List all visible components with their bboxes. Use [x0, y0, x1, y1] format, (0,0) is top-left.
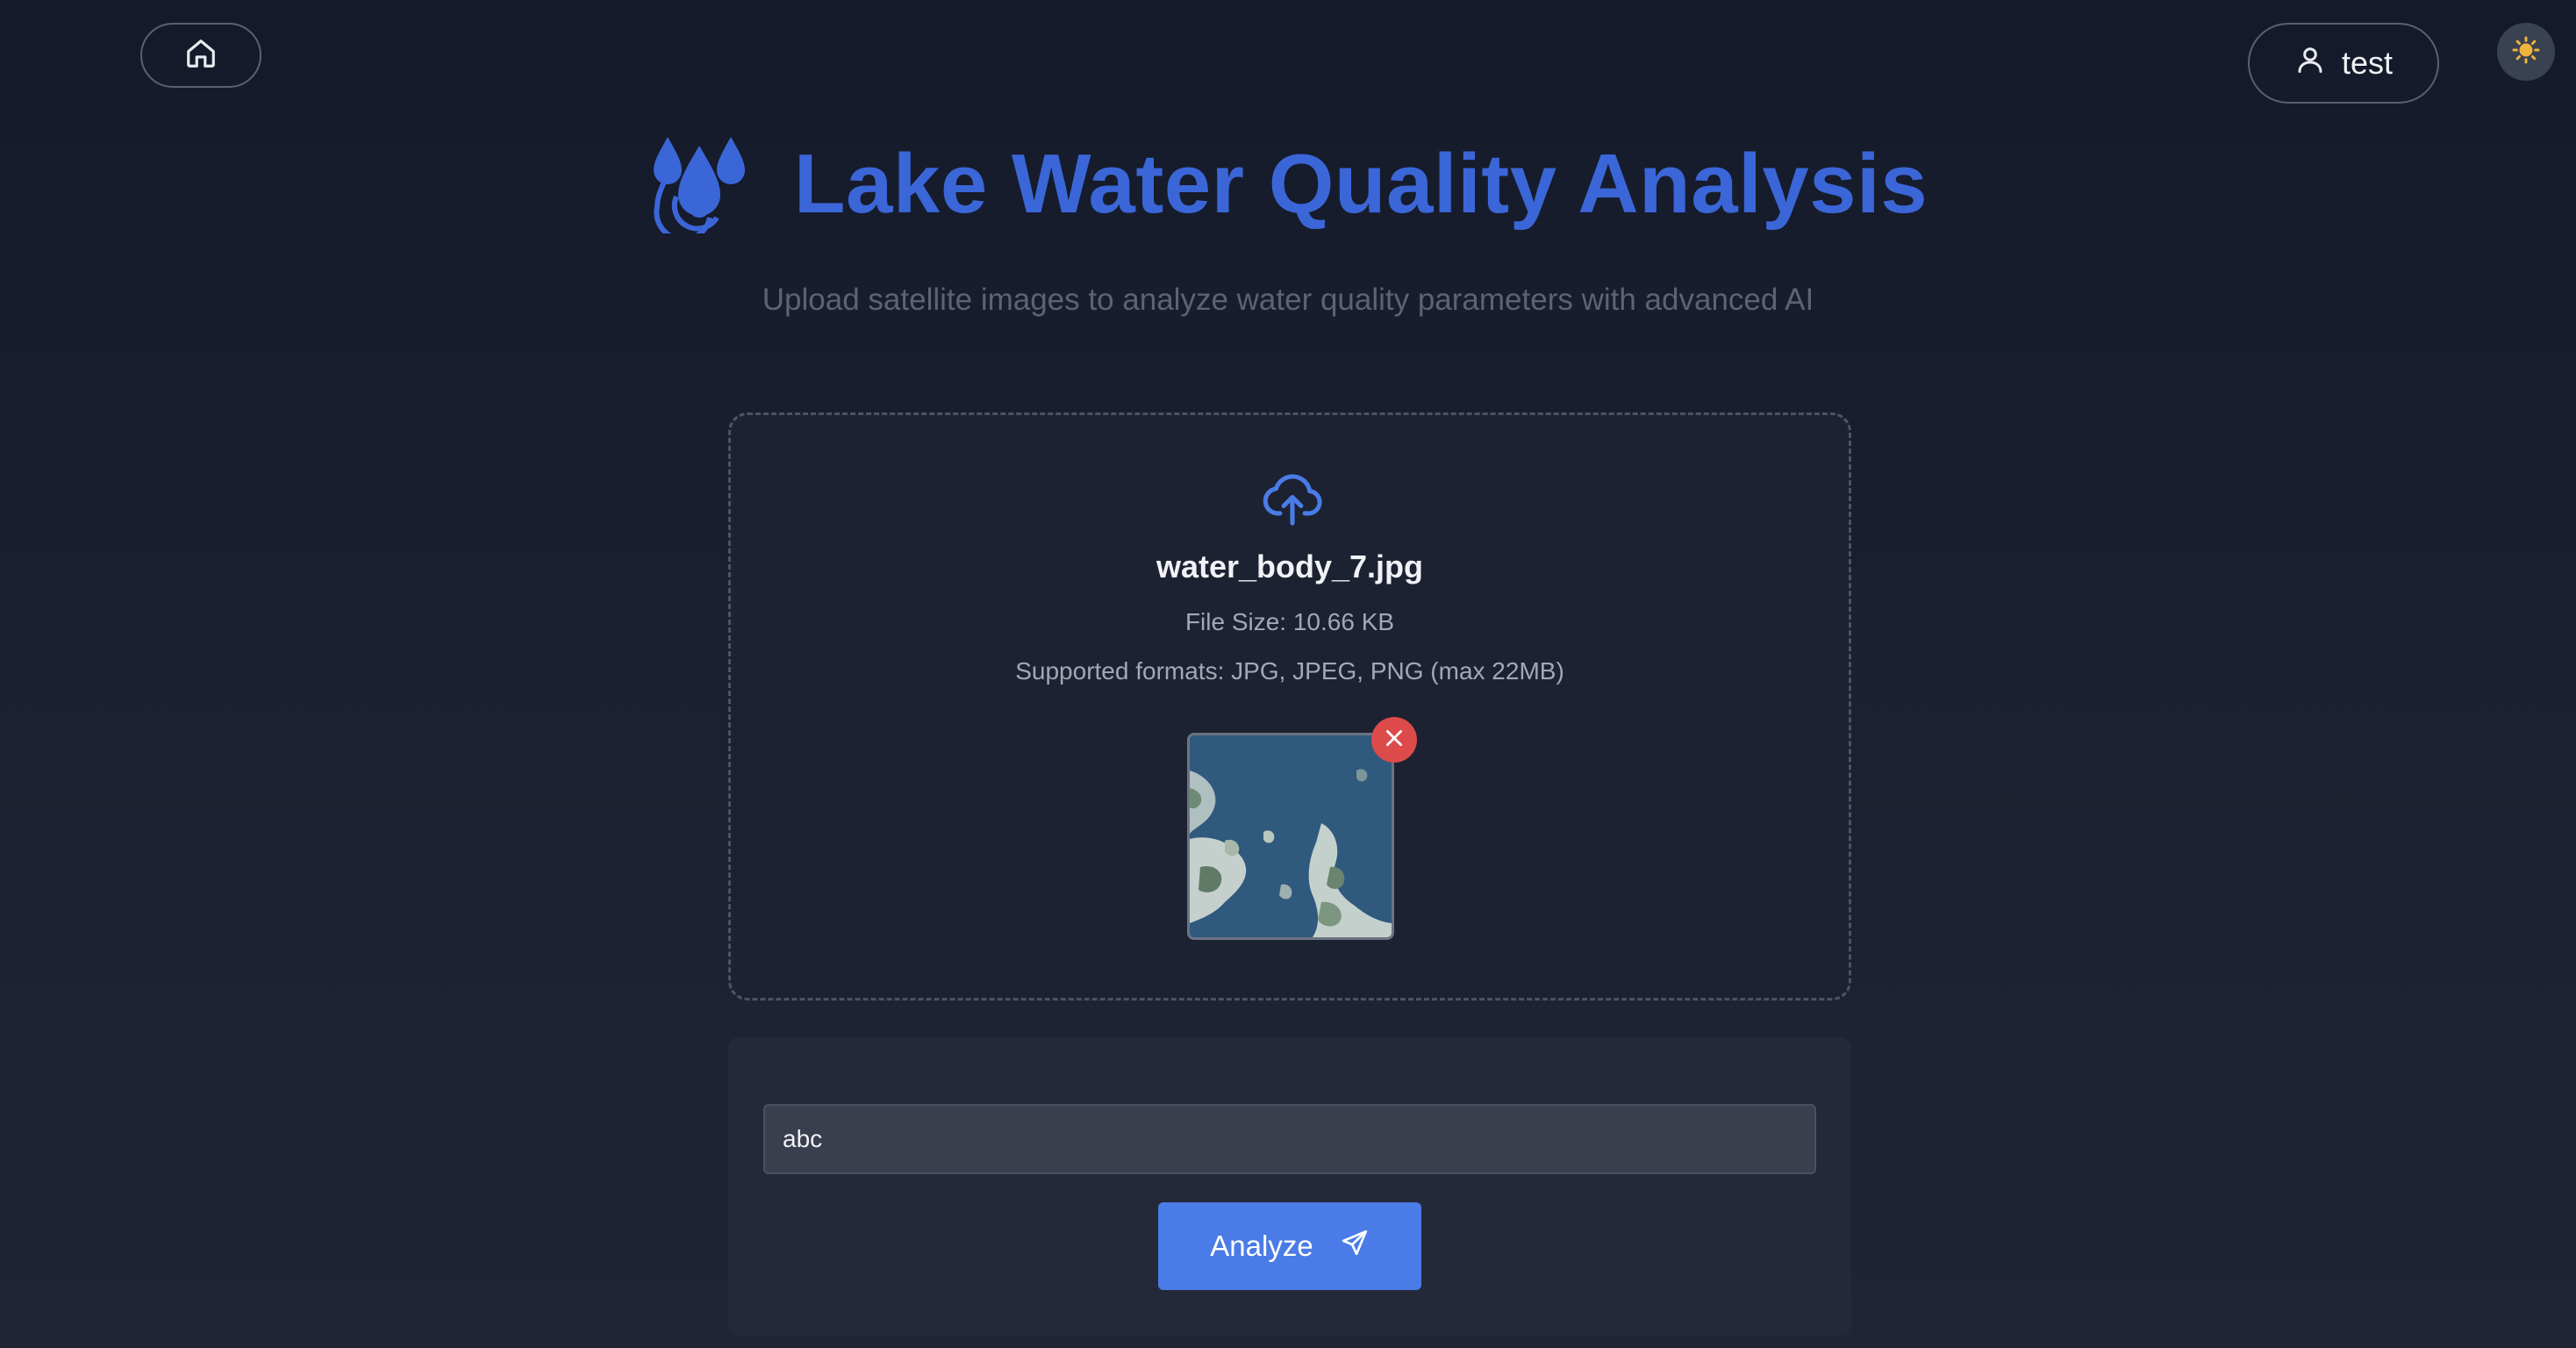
analyze-button[interactable]: Analyze [1158, 1202, 1421, 1290]
file-size: File Size: 10.66 KB [1184, 608, 1395, 635]
user-menu-button[interactable]: test [2248, 23, 2439, 104]
hero-title-row: Lake Water Quality Analysis [0, 130, 2576, 242]
page-title: Lake Water Quality Analysis [793, 137, 1928, 231]
sun-icon [2512, 36, 2540, 68]
prompt-input[interactable] [763, 1104, 1816, 1174]
remove-image-button[interactable] [1371, 717, 1417, 763]
send-icon [1340, 1228, 1370, 1265]
upload-dropzone[interactable]: water_body_7.jpg File Size: 10.66 KB Sup… [728, 412, 1851, 1000]
analyze-button-label: Analyze [1210, 1230, 1313, 1262]
close-icon [1383, 727, 1406, 754]
image-preview [1187, 717, 1417, 943]
user-icon [2294, 44, 2326, 83]
home-icon [184, 37, 218, 75]
supported-formats: Supported formats: JPG, JPEG, PNG (max 2… [1015, 657, 1564, 685]
page-subtitle: Upload satellite images to analyze water… [762, 283, 1814, 317]
home-button[interactable] [140, 23, 261, 88]
cloud-upload-icon [1263, 471, 1322, 526]
satellite-thumbnail [1187, 733, 1394, 940]
water-drops-icon [648, 132, 750, 242]
user-name: test [2341, 45, 2394, 81]
prompt-card: Analyze [728, 1037, 1851, 1336]
theme-toggle-button[interactable] [2497, 23, 2555, 81]
file-name: water_body_7.jpg [1156, 549, 1424, 584]
